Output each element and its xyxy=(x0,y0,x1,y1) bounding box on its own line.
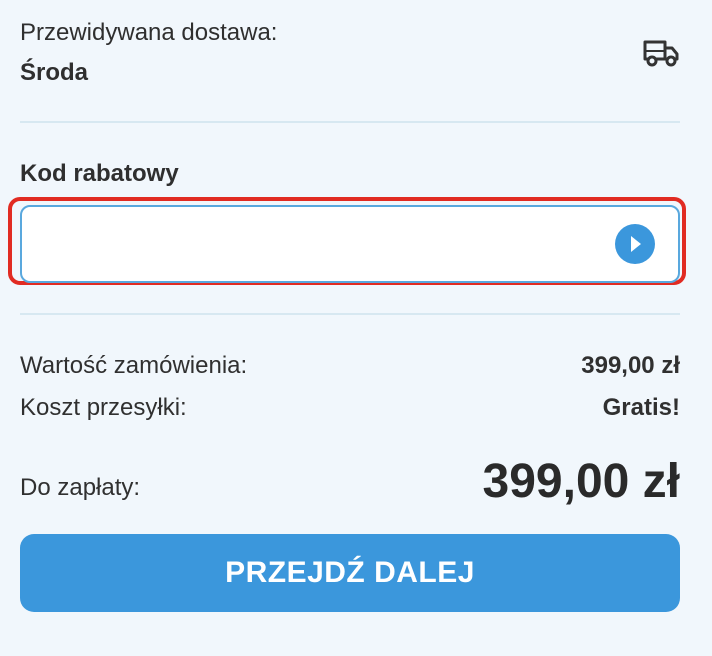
coupon-title: Kod rabatowy xyxy=(20,160,179,187)
divider-top xyxy=(20,121,680,123)
coupon-submit-button[interactable] xyxy=(615,224,655,264)
play-circle-icon xyxy=(631,236,641,252)
divider-middle xyxy=(20,313,680,315)
total-value: 399,00 zł xyxy=(482,455,680,508)
delivery-day: Środa xyxy=(20,59,89,86)
order-value: 399,00 zł xyxy=(581,352,680,379)
delivery-label: Przewidywana dostawa: xyxy=(20,19,278,46)
truck-icon xyxy=(643,40,679,67)
shipping-cost-label: Koszt przesyłki: xyxy=(20,394,187,421)
coupon-code-input[interactable] xyxy=(20,205,680,283)
delivery-estimate: Przewidywana dostawa: Środa xyxy=(20,18,680,98)
order-value-label: Wartość zamówienia: xyxy=(20,352,248,379)
cart-summary-panel: Przewidywana dostawa: Środa Kod rabatowy… xyxy=(8,0,686,656)
shipping-cost-value: Gratis! xyxy=(602,394,680,421)
total-label: Do zapłaty: xyxy=(20,474,141,501)
proceed-button[interactable]: PRZEJDŹ DALEJ xyxy=(20,534,680,612)
